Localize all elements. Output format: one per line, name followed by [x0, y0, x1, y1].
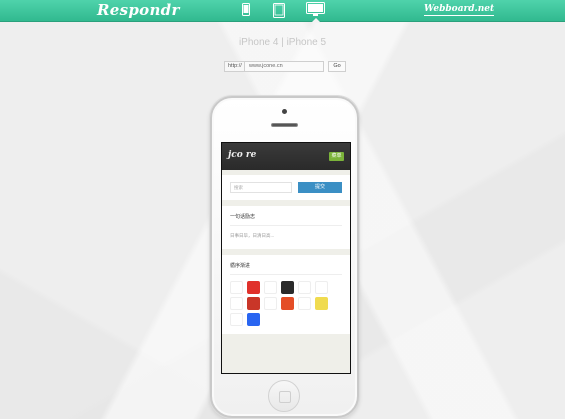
redis-icon[interactable]: [247, 297, 260, 310]
speaker-icon: [271, 123, 298, 127]
css3-icon[interactable]: [247, 313, 260, 326]
python-icon[interactable]: [298, 281, 311, 294]
top-bar: Respondr Webboard.net: [0, 0, 565, 23]
phone-icon: [242, 3, 250, 16]
tablet-icon: [273, 3, 285, 18]
terminal-icon[interactable]: [281, 281, 294, 294]
motto-title: 一句话励志: [230, 210, 342, 226]
desktop-view-button[interactable]: [306, 2, 325, 23]
tablet-view-button[interactable]: [273, 3, 285, 18]
url-input[interactable]: www.jcone.cn: [244, 61, 324, 72]
site-body: 搜索 提交 一句话励志 日事日毕，日清日高... 循序渐进: [222, 170, 350, 373]
go-button[interactable]: Go: [328, 61, 346, 72]
html5-icon[interactable]: [281, 297, 294, 310]
camera-icon: [282, 109, 287, 114]
search-input[interactable]: 搜索: [230, 182, 292, 193]
url-bar: http:// www.jcone.cn Go: [224, 61, 346, 72]
webboard-link[interactable]: Webboard.net: [424, 4, 495, 16]
search-submit-button[interactable]: 提交: [298, 182, 342, 193]
node-hex-icon[interactable]: [230, 313, 243, 326]
reading-title: 循序渐进: [230, 259, 342, 275]
mysql-icon[interactable]: [264, 281, 277, 294]
phone-screen[interactable]: jco re 菜单 搜索 提交 一句话励志 日事日毕，日清日高... 循序渐进: [221, 142, 351, 374]
desktop-icon: [306, 2, 325, 16]
site-header: jco re 菜单: [222, 143, 350, 170]
motto-card: 一句话励志 日事日毕，日清日高...: [222, 206, 350, 249]
menu-button[interactable]: 菜单: [329, 152, 344, 161]
scala-icon[interactable]: [230, 297, 243, 310]
site-logo[interactable]: jco re: [228, 150, 256, 160]
reading-card: 循序渐进: [222, 255, 350, 334]
nodejs-icon[interactable]: [298, 297, 311, 310]
gem-icon[interactable]: [264, 297, 277, 310]
iphone-frame: jco re 菜单 搜索 提交 一句话励志 日事日毕，日清日高... 循序渐进: [210, 96, 359, 418]
oracle-icon[interactable]: [247, 281, 260, 294]
motto-text: 日事日毕，日清日高...: [230, 233, 275, 238]
phone-view-button[interactable]: [242, 3, 250, 16]
url-prefix: http://: [224, 61, 244, 72]
home-button[interactable]: [268, 380, 300, 412]
search-card: 搜索 提交: [222, 175, 350, 200]
js-icon[interactable]: [315, 297, 328, 310]
golang-icon[interactable]: [315, 281, 328, 294]
app-logo[interactable]: Respondr: [97, 1, 180, 19]
tech-icon-grid: [230, 275, 342, 330]
java-icon[interactable]: [230, 281, 243, 294]
device-title: iPhone 4 | iPhone 5: [238, 37, 327, 48]
